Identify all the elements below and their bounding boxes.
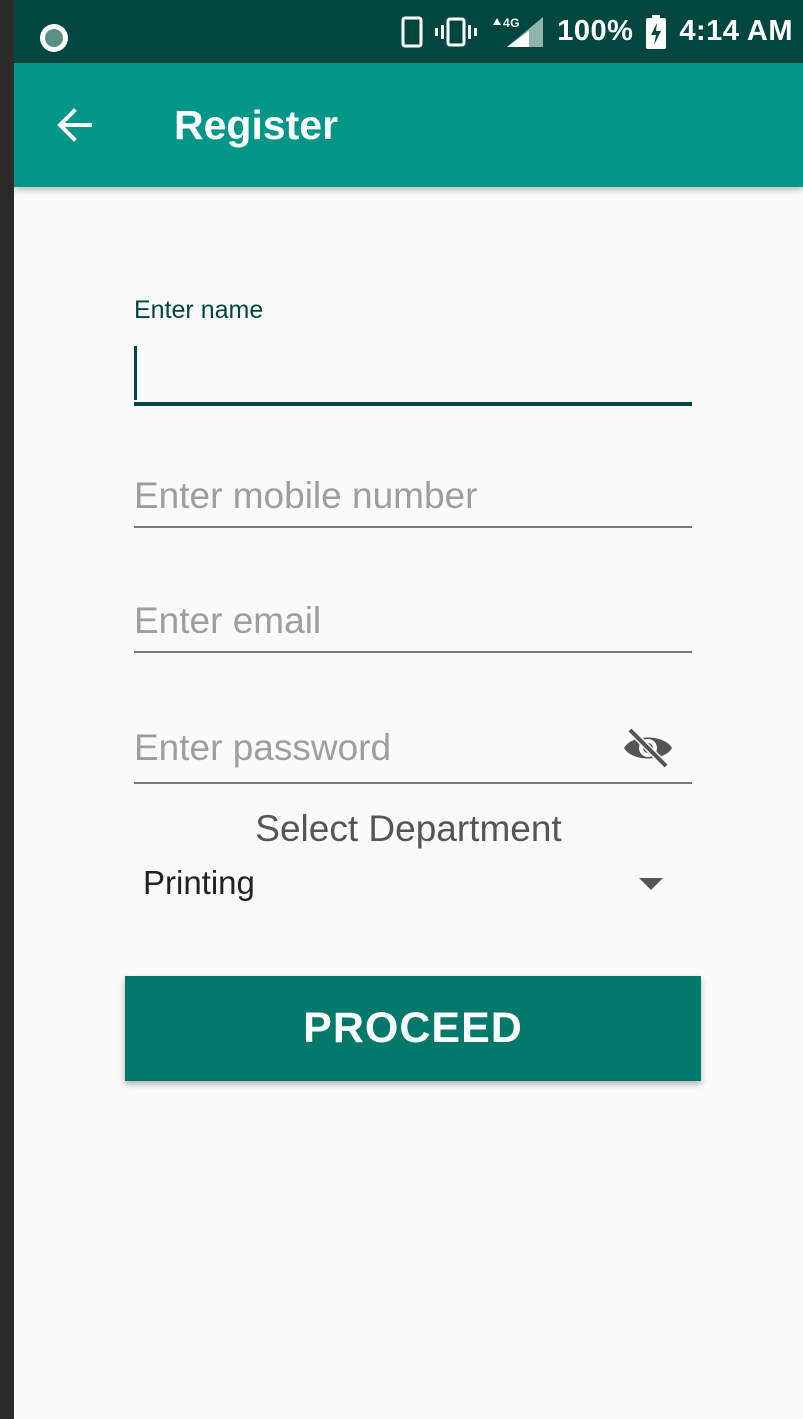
mobile-input[interactable] [134, 470, 692, 522]
proceed-button[interactable]: PROCEED [125, 976, 701, 1081]
email-input[interactable] [134, 595, 692, 647]
department-dropdown[interactable]: Printing [143, 858, 663, 912]
battery-percentage: 100% [557, 15, 634, 47]
email-field-underline [134, 651, 692, 653]
mobile-field-underline [134, 526, 692, 528]
email-field[interactable] [134, 595, 692, 655]
back-button[interactable] [50, 101, 98, 149]
page-title: Register [174, 102, 339, 148]
battery-charging-icon [646, 14, 667, 49]
name-input[interactable] [134, 346, 692, 400]
name-field-underline [134, 402, 692, 406]
vibrate-icon [435, 17, 478, 46]
department-selected-value: Printing [143, 864, 255, 901]
app-bar: Register [14, 63, 803, 187]
name-field-label: Enter name [134, 296, 264, 324]
dropdown-arrow-icon [639, 878, 663, 890]
back-arrow-icon [57, 108, 92, 142]
signal-4g-icon: 4G [493, 16, 544, 47]
password-field[interactable] [134, 722, 692, 786]
visibility-off-icon[interactable] [622, 726, 674, 770]
department-label: Select Department [255, 808, 562, 849]
record-icon [40, 24, 68, 52]
password-input[interactable] [134, 722, 614, 774]
phone-icon [401, 16, 423, 47]
password-field-underline [134, 782, 692, 784]
screen: 4G 100% 4:14 AM Register Enter name Ente… [14, 0, 803, 1419]
name-field[interactable]: Enter name [134, 296, 692, 408]
status-icons: 4G 100% 4:14 AM [401, 0, 793, 63]
clock: 4:14 AM [679, 15, 793, 47]
status-bar: 4G 100% 4:14 AM [14, 0, 803, 63]
svg-text:4G: 4G [503, 16, 520, 30]
mobile-field[interactable] [134, 470, 692, 530]
